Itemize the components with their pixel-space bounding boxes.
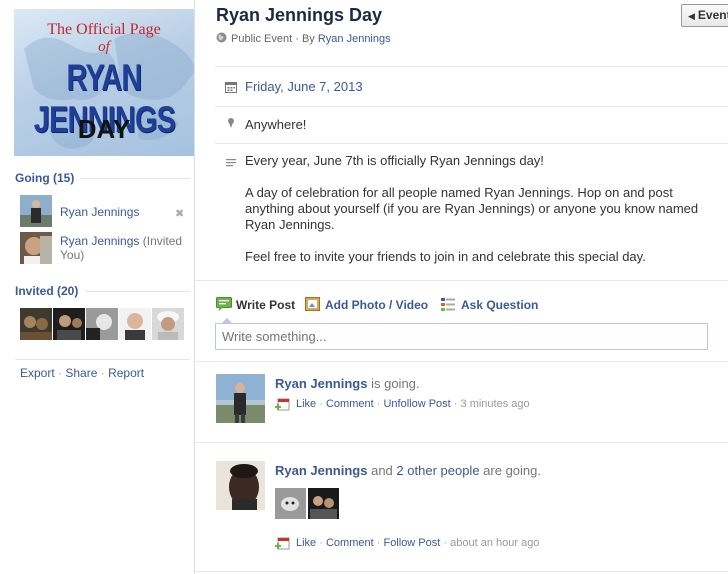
event-calendar-icon: [275, 398, 290, 411]
tab-label: Write Post: [236, 298, 296, 312]
story-verb: is going.: [371, 376, 420, 391]
going-person-row[interactable]: Ryan Jennings: [20, 195, 190, 227]
story-connector: and: [371, 463, 393, 478]
like-link[interactable]: Like: [296, 398, 316, 410]
story-action-links: Like · Comment · Unfollow Post · 3 minut…: [296, 398, 530, 410]
actor-link[interactable]: Ryan Jennings: [275, 463, 367, 478]
separator-dot: ·: [58, 366, 63, 380]
export-link[interactable]: Export: [20, 366, 55, 380]
description-paragraph: Feel free to invite your friends to join…: [245, 249, 646, 264]
story-divider: [195, 571, 728, 572]
photo-title-line4: DAY: [77, 114, 131, 144]
feed-story: Ryan Jennings and 2 other people are goi…: [216, 461, 716, 561]
follow-post-link[interactable]: Follow Post: [383, 537, 440, 549]
caret-left-icon: ◀: [688, 11, 695, 21]
other-people-link[interactable]: 2 other people: [396, 463, 479, 478]
story-action-links: Like · Comment · Follow Post · about an …: [296, 537, 540, 549]
tab-label: Ask Question: [461, 298, 539, 312]
person-link[interactable]: Ryan Jennings: [60, 205, 139, 219]
going-heading[interactable]: Going (15): [15, 171, 74, 185]
share-link[interactable]: Share: [65, 366, 97, 380]
info-divider: [215, 106, 728, 107]
event-description: Every year, June 7th is officially Ryan …: [245, 153, 715, 281]
story-headline: Ryan Jennings and 2 other people are goi…: [275, 463, 541, 478]
remove-x-icon[interactable]: ✖: [175, 207, 184, 220]
actor-link[interactable]: Ryan Jennings: [275, 376, 367, 391]
comment-link[interactable]: Comment: [326, 537, 374, 549]
description-lines-icon: [226, 159, 236, 167]
avatar[interactable]: [20, 232, 52, 264]
description-paragraph: A day of celebration for all people name…: [245, 185, 699, 232]
by-prefix: · By: [295, 33, 315, 45]
host-link[interactable]: Ryan Jennings: [318, 33, 391, 45]
invited-avatar[interactable]: [20, 308, 52, 340]
add-photo-icon: [305, 297, 320, 311]
left-column: The Official Page of RYAN JENNINGS DAY G…: [0, 0, 195, 574]
attendee-avatar[interactable]: [275, 488, 306, 519]
description-paragraph: Every year, June 7th is officially Ryan …: [245, 153, 544, 168]
invited-heading[interactable]: Invited (20): [15, 284, 78, 298]
like-link[interactable]: Like: [296, 537, 316, 549]
globe-icon: [216, 32, 227, 43]
ask-question-icon: [441, 298, 455, 311]
write-post-icon: [216, 297, 232, 311]
sidebar-footer-links: Export · Share · Report: [20, 366, 144, 380]
section-divider: [195, 280, 728, 281]
going-person-row[interactable]: Ryan Jennings (Invited You): [20, 232, 190, 264]
invited-avatar[interactable]: [53, 308, 85, 340]
story-headline: Ryan Jennings is going.: [275, 376, 420, 391]
invited-avatar[interactable]: [86, 308, 118, 340]
invited-divider: [85, 291, 190, 292]
unfollow-post-link[interactable]: Unfollow Post: [383, 398, 450, 410]
events-back-button[interactable]: ◀ Event: [681, 4, 728, 27]
event-subline: Public Event · By Ryan Jennings: [216, 32, 391, 45]
story-timestamp[interactable]: 3 minutes ago: [461, 398, 530, 410]
comment-link[interactable]: Comment: [326, 398, 374, 410]
attendee-avatar[interactable]: [308, 488, 339, 519]
calendar-icon: [225, 82, 237, 93]
photo-title-line2: of: [98, 39, 110, 55]
location-pin-icon: [228, 118, 234, 128]
event-title: Ryan Jennings Day: [216, 5, 383, 25]
story-divider: [195, 442, 728, 443]
avatar[interactable]: [20, 195, 52, 227]
sidebar-divider: [15, 359, 190, 360]
feed-story: Ryan Jennings is going. Like · Comment ·…: [216, 374, 716, 426]
going-person-name[interactable]: Ryan Jennings: [60, 205, 190, 219]
story-timestamp[interactable]: about an hour ago: [450, 537, 539, 549]
invited-avatar[interactable]: [152, 308, 184, 340]
avatar[interactable]: [216, 461, 265, 510]
story-verb: are going.: [483, 463, 541, 478]
report-link[interactable]: Report: [108, 366, 144, 380]
section-divider: [195, 361, 728, 362]
event-location: Anywhere!: [245, 117, 307, 132]
person-link[interactable]: Ryan Jennings: [60, 234, 139, 248]
invited-avatar[interactable]: [119, 308, 151, 340]
going-divider: [80, 178, 190, 179]
event-calendar-icon: [275, 537, 290, 550]
write-something-input[interactable]: [215, 323, 708, 350]
privacy-label: Public Event: [231, 33, 293, 45]
tab-label: Add Photo / Video: [325, 298, 429, 312]
photo-title-line1: The Official Page: [47, 21, 161, 38]
info-divider: [215, 66, 728, 67]
info-divider: [215, 143, 728, 144]
separator-dot: ·: [100, 366, 105, 380]
event-date[interactable]: Friday, June 7, 2013: [245, 79, 363, 94]
event-cover-photo[interactable]: The Official Page of RYAN JENNINGS DAY: [14, 9, 194, 156]
events-button-label: Event: [697, 8, 728, 22]
avatar[interactable]: [216, 374, 265, 423]
going-person-name: Ryan Jennings (Invited You): [60, 234, 190, 262]
